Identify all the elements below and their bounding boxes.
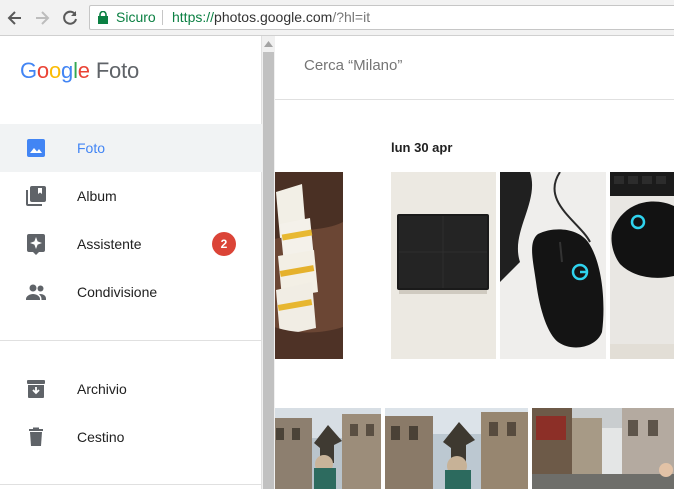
photo-thumbnail-mouse-2[interactable] xyxy=(610,172,674,359)
drawer-scrollbar[interactable] xyxy=(262,36,275,489)
sidebar-item-archivio[interactable]: Archivio xyxy=(0,365,262,413)
drawer-divider xyxy=(0,484,261,485)
search-input[interactable] xyxy=(302,56,636,75)
scrollbar-thumb[interactable] xyxy=(263,52,274,489)
assistant-icon xyxy=(27,234,45,255)
google-photos-app: lun 30 apr xyxy=(0,36,674,489)
photo-thumbnail-statue-2[interactable] xyxy=(385,408,528,489)
address-bar[interactable]: Sicuro https://photos.google.com/?hl=it xyxy=(89,5,674,30)
sidebar-item-label: Cestino xyxy=(77,429,125,445)
people-icon xyxy=(26,284,46,300)
sidebar-item-assistente[interactable]: Assistente 2 xyxy=(0,220,262,268)
secure-label: Sicuro xyxy=(116,9,156,25)
photo-thumbnail-black-device[interactable] xyxy=(391,172,496,359)
trash-icon xyxy=(29,427,43,446)
drawer-divider xyxy=(0,340,261,341)
header-divider xyxy=(262,99,674,100)
google-photos-logo[interactable]: Google Foto xyxy=(20,58,139,84)
sidebar-item-album[interactable]: Album xyxy=(0,172,262,220)
sidebar-item-cestino[interactable]: Cestino xyxy=(0,413,262,461)
archive-icon xyxy=(27,380,45,398)
back-icon[interactable] xyxy=(5,8,25,28)
photo-thumbnail-statue-1[interactable] xyxy=(262,408,381,489)
date-header: lun 30 apr xyxy=(391,140,453,155)
photo-thumbnail-street[interactable] xyxy=(532,408,674,489)
sidebar-item-label: Assistente xyxy=(77,236,142,252)
browser-toolbar: Sicuro https://photos.google.com/?hl=it xyxy=(0,0,674,36)
sidebar-item-label: Album xyxy=(77,188,117,204)
scroll-up-arrow-icon[interactable] xyxy=(264,40,273,48)
reload-icon[interactable] xyxy=(60,8,80,28)
photo-icon xyxy=(27,139,45,157)
navigation-drawer: Google Foto Foto Album Assistente 2 Cond… xyxy=(0,36,262,489)
lock-icon xyxy=(98,11,108,24)
forward-icon[interactable] xyxy=(32,8,52,28)
album-icon xyxy=(26,186,46,206)
assistant-count-badge: 2 xyxy=(212,232,236,256)
sidebar-item-label: Archivio xyxy=(77,381,127,397)
photo-thumbnail-mouse-1[interactable] xyxy=(500,172,606,359)
search-bar[interactable] xyxy=(262,48,674,88)
sidebar-item-label: Foto xyxy=(77,140,106,156)
sidebar-item-label: Condivisione xyxy=(77,284,158,300)
sidebar-item-foto[interactable]: Foto xyxy=(0,124,262,172)
sidebar-item-condivisione[interactable]: Condivisione xyxy=(0,268,262,316)
url-text: https://photos.google.com/?hl=it xyxy=(172,9,371,25)
url-separator xyxy=(162,10,163,25)
